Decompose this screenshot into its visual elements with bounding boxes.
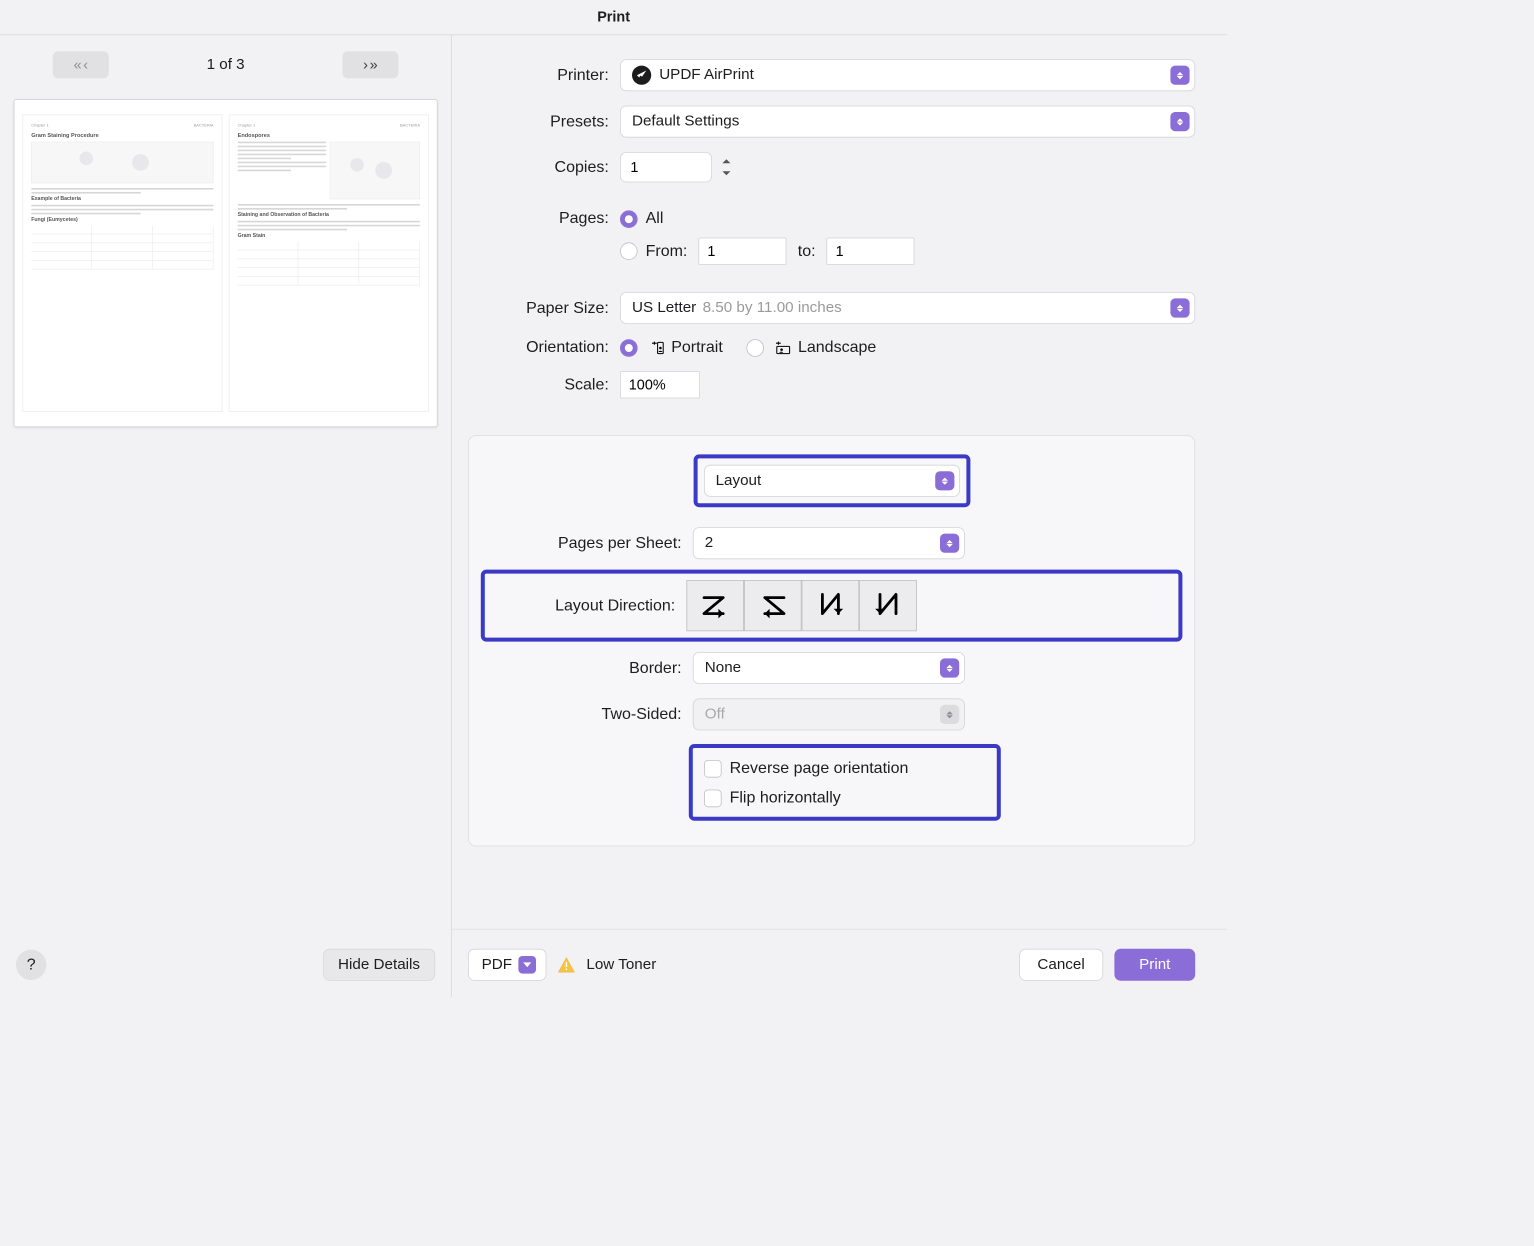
preview-doc-page-left: Chapter 1 BACTERIA Gram Staining Procedu… bbox=[22, 114, 222, 412]
presets-label: Presets: bbox=[468, 112, 620, 130]
chevron-updown-icon bbox=[940, 705, 959, 724]
doc-heading: Gram Staining Procedure bbox=[31, 133, 213, 139]
portrait-label: Portrait bbox=[671, 338, 723, 356]
section-value: Layout bbox=[716, 472, 762, 490]
pages-per-sheet-label: Pages per Sheet: bbox=[485, 534, 693, 552]
doc-section: BACTERIA bbox=[194, 123, 214, 128]
chevron-last-icon: » bbox=[370, 56, 378, 73]
printer-select[interactable]: UPDF AirPrint bbox=[620, 59, 1195, 91]
pages-from-label: From: bbox=[646, 242, 688, 260]
doc-heading: Endospores bbox=[238, 133, 420, 139]
page-next-button[interactable]: › » bbox=[342, 51, 398, 78]
chevron-updown-icon bbox=[940, 534, 959, 553]
copies-input[interactable] bbox=[620, 152, 712, 182]
layout-panel: Layout Pages per Sheet: 2 Layout Directi… bbox=[468, 435, 1195, 846]
flip-horizontally-label: Flip horizontally bbox=[730, 789, 841, 807]
section-select[interactable]: Layout bbox=[704, 465, 960, 497]
stepper-up-icon[interactable] bbox=[718, 155, 734, 167]
doc-section: BACTERIA bbox=[400, 123, 420, 128]
print-button[interactable]: Print bbox=[1114, 949, 1195, 981]
layout-direction-label: Layout Direction: bbox=[491, 596, 686, 614]
doc-sub1: Staining and Observation of Bacteria bbox=[238, 212, 420, 218]
dialog-footer: PDF Low Toner Cancel Print bbox=[452, 929, 1227, 981]
orientation-portrait-radio[interactable] bbox=[620, 339, 638, 357]
warning-icon bbox=[558, 957, 576, 973]
chevron-first-icon: « bbox=[74, 56, 82, 73]
orientation-label: Orientation: bbox=[468, 338, 620, 356]
pages-per-sheet-select[interactable]: 2 bbox=[693, 527, 965, 559]
hide-details-button[interactable]: Hide Details bbox=[323, 949, 435, 981]
copies-label: Copies: bbox=[468, 158, 620, 176]
paper-size-name: US Letter bbox=[632, 299, 696, 317]
chevron-left-icon: ‹ bbox=[83, 56, 88, 73]
preview-pane: « ‹ 1 of 3 › » Chapter 1 BACTERIA Gram S… bbox=[0, 35, 452, 997]
border-label: Border: bbox=[485, 659, 693, 677]
help-button[interactable]: ? bbox=[16, 950, 46, 980]
scale-input[interactable] bbox=[620, 371, 700, 398]
dialog-title: Print bbox=[0, 0, 1227, 35]
printer-label: Printer: bbox=[468, 66, 620, 84]
presets-value: Default Settings bbox=[632, 113, 739, 131]
pages-to-input[interactable] bbox=[827, 238, 915, 265]
cancel-button[interactable]: Cancel bbox=[1019, 949, 1103, 981]
pdf-menu-button[interactable]: PDF bbox=[468, 949, 546, 981]
pages-to-label: to: bbox=[798, 242, 816, 260]
layout-direction-option-3[interactable] bbox=[802, 580, 860, 631]
printer-icon bbox=[632, 66, 651, 85]
printer-value: UPDF AirPrint bbox=[659, 66, 754, 84]
flip-horizontally-checkbox[interactable] bbox=[704, 789, 722, 807]
doc-sub1: Example of Bacteria bbox=[31, 196, 213, 202]
presets-select[interactable]: Default Settings bbox=[620, 106, 1195, 138]
chevron-updown-icon bbox=[1170, 112, 1189, 131]
pages-label: Pages: bbox=[468, 210, 620, 228]
pages-all-label: All bbox=[646, 210, 664, 228]
chevron-updown-icon bbox=[935, 471, 954, 490]
pages-all-radio[interactable] bbox=[620, 210, 638, 228]
landscape-icon bbox=[776, 340, 792, 356]
layout-direction-option-1[interactable] bbox=[686, 580, 744, 631]
layout-direction-group bbox=[686, 580, 916, 631]
chevron-down-icon bbox=[518, 956, 536, 974]
paper-size-label: Paper Size: bbox=[468, 299, 620, 317]
portrait-icon bbox=[649, 340, 665, 356]
page-indicator: 1 of 3 bbox=[207, 56, 245, 74]
paper-size-dim: 8.50 by 11.00 inches bbox=[703, 299, 842, 317]
layout-direction-option-2[interactable] bbox=[744, 580, 802, 631]
doc-chapter: Chapter 1 bbox=[31, 123, 49, 128]
doc-sub2: Gram Stain bbox=[238, 233, 420, 239]
border-select[interactable]: None bbox=[693, 652, 965, 684]
doc-sub2: Fungi (Eumycetes) bbox=[31, 217, 213, 223]
layout-direction-option-4[interactable] bbox=[859, 580, 917, 631]
reverse-orientation-checkbox[interactable] bbox=[704, 760, 722, 778]
two-sided-label: Two-Sided: bbox=[485, 705, 693, 723]
settings-pane: Printer: UPDF AirPrint Presets: Default … bbox=[452, 35, 1227, 997]
stepper-down-icon[interactable] bbox=[718, 167, 734, 179]
pages-from-input[interactable] bbox=[699, 238, 787, 265]
chevron-updown-icon bbox=[940, 658, 959, 677]
landscape-label: Landscape bbox=[798, 338, 876, 356]
border-value: None bbox=[705, 659, 741, 677]
paper-size-select[interactable]: US Letter 8.50 by 11.00 inches bbox=[620, 292, 1195, 324]
pdf-label: PDF bbox=[482, 956, 512, 974]
chevron-updown-icon bbox=[1170, 298, 1189, 317]
chevron-updown-icon bbox=[1170, 66, 1189, 85]
preview-doc-page-right: Chapter 1 BACTERIA Endospores Staining a… bbox=[229, 114, 429, 412]
reverse-orientation-label: Reverse page orientation bbox=[730, 759, 909, 777]
low-toner-label: Low Toner bbox=[586, 956, 656, 974]
pages-range-radio[interactable] bbox=[620, 242, 638, 260]
orientation-landscape-radio[interactable] bbox=[747, 339, 765, 357]
scale-label: Scale: bbox=[468, 376, 620, 394]
page-prev-button[interactable]: « ‹ bbox=[53, 51, 109, 78]
two-sided-value: Off bbox=[705, 706, 725, 724]
pages-per-sheet-value: 2 bbox=[705, 534, 713, 552]
two-sided-select: Off bbox=[693, 698, 965, 730]
doc-chapter: Chapter 1 bbox=[238, 123, 256, 128]
copies-stepper[interactable] bbox=[718, 155, 734, 179]
preview-sheet: Chapter 1 BACTERIA Gram Staining Procedu… bbox=[14, 99, 438, 427]
chevron-right-icon: › bbox=[363, 56, 368, 73]
